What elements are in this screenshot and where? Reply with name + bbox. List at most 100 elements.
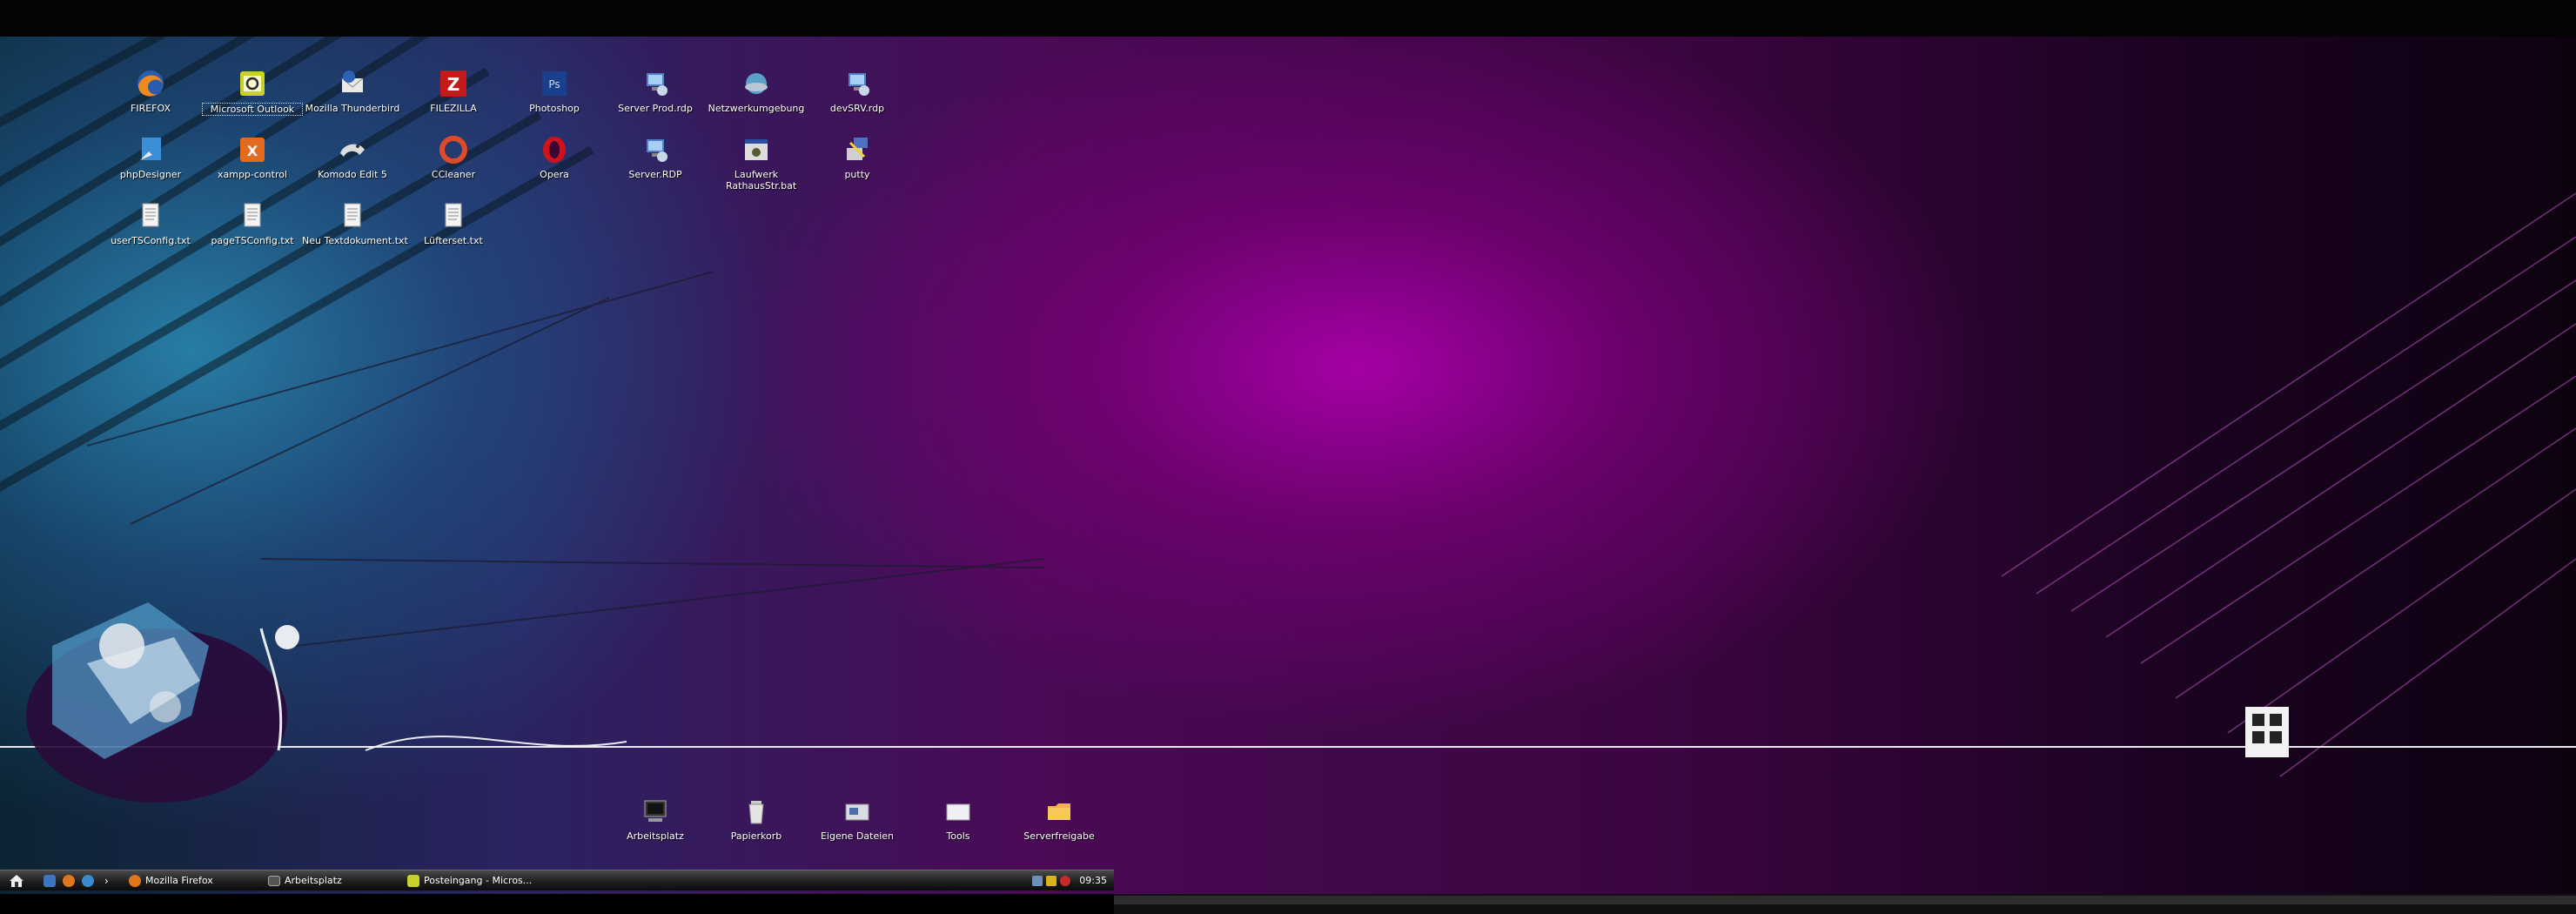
desktop-icon-label: Photoshop <box>529 103 580 114</box>
desktop-icon-pagetsconfig[interactable]: pageTSConfig.txt <box>202 200 303 246</box>
desktop-icon-phpdesigner[interactable]: phpDesigner <box>100 134 201 180</box>
putty-icon <box>842 134 873 165</box>
firefox-icon <box>135 68 166 99</box>
home-icon <box>10 875 23 887</box>
network-tray-icon[interactable] <box>1032 875 1043 886</box>
shared-folder-icon <box>1043 796 1075 827</box>
desktop-icon-label: pageTSConfig.txt <box>211 235 294 246</box>
thunderbird-icon <box>337 68 368 99</box>
desktop-icon-komodo-edit[interactable]: Komodo Edit 5 <box>302 134 403 180</box>
desktop-icon-luefterset[interactable]: Lüfterset.txt <box>403 200 504 246</box>
rdp-icon <box>640 134 671 165</box>
desktop-icon-label: FIREFOX <box>131 103 171 114</box>
desktop-icon-label: phpDesigner <box>119 169 182 180</box>
task-label: Posteingang - Micros... <box>424 875 533 886</box>
ccleaner-icon <box>438 134 469 165</box>
desktop-icon-label: Serverfreigabe <box>1023 830 1095 842</box>
desktop-icon-devsrv-rdp[interactable]: devSRV.rdp <box>807 68 908 114</box>
desktop-icon-ccleaner[interactable]: CCleaner <box>403 134 504 180</box>
desktop-icon-firefox[interactable]: FIREFOX <box>100 68 201 114</box>
rdp-icon <box>842 68 873 99</box>
desktop-icon-arbeitsplatz[interactable]: Arbeitsplatz <box>605 796 706 842</box>
desktop-icon-papierkorb[interactable]: Papierkorb <box>706 796 807 842</box>
desktop-icon-usertsconfig[interactable]: userTSConfig.txt <box>100 200 201 246</box>
desktop-icon-label: Microsoft Outlook <box>202 103 303 116</box>
computer-icon <box>268 875 280 886</box>
task-label: Mozilla Firefox <box>145 875 213 886</box>
desktop-icon-label: Eigene Dateien <box>820 830 895 842</box>
my-documents-icon <box>842 796 873 827</box>
secondary-monitor-bottom-strip <box>1114 894 2576 914</box>
taskbar-band <box>1114 896 2576 904</box>
svg-text:Ps: Ps <box>548 78 560 91</box>
komodo-icon <box>337 134 368 165</box>
opera-icon <box>539 134 570 165</box>
taskbar: › Mozilla Firefox Arbeitsplatz Posteinga… <box>0 870 1114 890</box>
desktop-icon-putty[interactable]: putty <box>807 134 908 180</box>
desktop-icon-serverfreigabe[interactable]: Serverfreigabe <box>1009 796 1110 842</box>
chevron-right-icon: › <box>104 874 109 887</box>
desktop-icon-laufwerk-bat[interactable]: Laufwerk RathausStr.bat <box>706 134 807 192</box>
clock[interactable]: 09:35 <box>1079 875 1107 886</box>
quicklaunch-firefox[interactable] <box>63 873 79 888</box>
desktop-icon-label: Opera <box>540 169 569 180</box>
security-shield-icon[interactable] <box>1046 875 1057 886</box>
computer-icon <box>640 796 671 827</box>
quicklaunch-expand[interactable]: › <box>104 873 109 888</box>
antivirus-icon[interactable] <box>1060 875 1071 886</box>
desktop-icon-microsoft-outlook[interactable]: Microsoft Outlook <box>202 68 303 116</box>
network-icon <box>741 68 772 99</box>
desktop-icon-mozilla-thunderbird[interactable]: Mozilla Thunderbird <box>302 68 403 114</box>
desktop-icon-label: Tools <box>946 830 970 842</box>
desktop-icon-photoshop[interactable]: Ps Photoshop <box>504 68 605 114</box>
text-file-icon <box>337 200 368 232</box>
filezilla-icon: Z <box>438 68 469 99</box>
quicklaunch-desktop[interactable] <box>44 873 60 888</box>
start-button[interactable] <box>7 873 26 888</box>
photoshop-icon: Ps <box>539 68 570 99</box>
text-file-icon <box>237 200 268 232</box>
outlook-icon <box>237 68 268 99</box>
desktop-icon-label: Neu Textdokument.txt <box>302 235 408 246</box>
desktop-icon-opera[interactable]: Opera <box>504 134 605 180</box>
desktop-icon-label: Komodo Edit 5 <box>318 169 387 180</box>
firefox-icon <box>63 874 75 887</box>
text-file-icon <box>438 200 469 232</box>
recycle-bin-icon <box>741 796 772 827</box>
desktop-icon-label: devSRV.rdp <box>829 103 885 114</box>
desktop-icon-label: Lüfterset.txt <box>424 235 483 246</box>
task-button-arbeitsplatz[interactable]: Arbeitsplatz <box>268 873 390 888</box>
desktop-icon-label: FILEZILLA <box>430 103 477 114</box>
desktop-icon-filezilla[interactable]: Z FILEZILLA <box>403 68 504 114</box>
firefox-icon <box>129 874 141 887</box>
desktop-icon-netzwerkumgebung[interactable]: Netzwerkumgebung <box>706 68 807 114</box>
show-desktop-icon <box>44 874 56 887</box>
svg-text:Z: Z <box>447 74 460 95</box>
desktop-icon-label: Arbeitsplatz <box>627 830 684 842</box>
xampp-icon: X <box>237 134 268 165</box>
desktop-icon-eigene-dateien[interactable]: Eigene Dateien <box>807 796 908 842</box>
app-icon <box>82 874 94 887</box>
text-file-icon <box>135 200 166 232</box>
task-button-outlook[interactable]: Posteingang - Micros... <box>407 873 538 888</box>
desktop-icon-label: Server.RDP <box>628 169 682 180</box>
desktop[interactable]: FIREFOX Microsoft Outlook Mozilla Thunde… <box>0 37 2576 894</box>
phpdesigner-icon <box>135 134 166 165</box>
quicklaunch-app[interactable] <box>82 873 98 888</box>
desktop-icon-label: userTSConfig.txt <box>111 235 191 246</box>
batch-icon <box>741 134 772 165</box>
desktop-icon-server-prod-rdp[interactable]: Server Prod.rdp <box>605 68 706 114</box>
desktop-icon-label: Netzwerkumgebung <box>708 103 805 114</box>
outlook-icon <box>407 874 419 887</box>
tools-folder-icon <box>943 796 974 827</box>
desktop-icon-neu-textdokument[interactable]: Neu Textdokument.txt <box>302 200 408 246</box>
svg-text:X: X <box>247 143 258 159</box>
desktop-icon-xampp-control[interactable]: X xampp-control <box>202 134 303 180</box>
desktop-icon-tools[interactable]: Tools <box>908 796 1009 842</box>
task-button-firefox[interactable]: Mozilla Firefox <box>129 873 251 888</box>
desktop-icon-server-rdp[interactable]: Server.RDP <box>605 134 706 180</box>
top-black-bar <box>0 0 2576 37</box>
desktop-icon-label: putty <box>844 169 870 180</box>
rdp-icon <box>640 68 671 99</box>
system-tray: 09:35 <box>1032 872 1110 889</box>
